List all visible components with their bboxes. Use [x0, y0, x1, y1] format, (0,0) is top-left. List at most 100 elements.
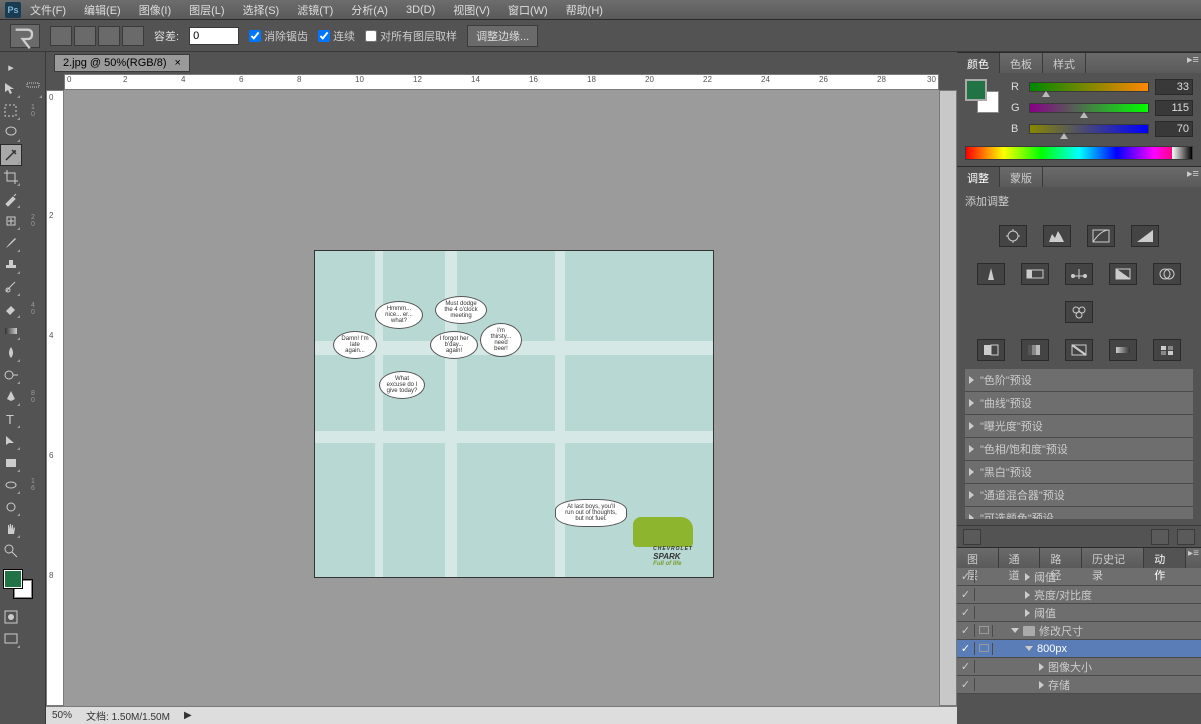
selection-add-icon[interactable]	[74, 26, 96, 46]
disclosure-triangle-icon[interactable]	[1025, 573, 1030, 581]
disclosure-triangle-icon[interactable]	[1025, 609, 1030, 617]
levels-icon[interactable]	[1043, 225, 1071, 247]
action-toggle-check[interactable]: ✓	[957, 624, 975, 637]
dodge-tool[interactable]	[0, 364, 22, 386]
panel-menu-icon[interactable]: ▸≡	[1186, 548, 1201, 568]
healing-brush-tool[interactable]	[0, 210, 22, 232]
threshold-icon[interactable]	[1065, 339, 1093, 361]
invert-icon[interactable]	[977, 339, 1005, 361]
brightness-contrast-icon[interactable]	[999, 225, 1027, 247]
panel-menu-icon[interactable]: ▸≡	[1185, 53, 1201, 73]
gradient-map-icon[interactable]	[1109, 339, 1137, 361]
tab-swatches[interactable]: 色板	[1000, 53, 1043, 73]
tab-actions[interactable]: 动作	[1144, 548, 1186, 568]
g-slider[interactable]	[1029, 103, 1149, 113]
action-row[interactable]: ✓亮度/对比度	[957, 586, 1201, 604]
action-toggle-check[interactable]: ✓	[957, 642, 975, 655]
color-swatches[interactable]	[4, 570, 32, 598]
action-toggle-check[interactable]: ✓	[957, 606, 975, 619]
disclosure-triangle-icon[interactable]	[1039, 681, 1044, 689]
color-swatch-large[interactable]	[965, 79, 999, 113]
menu-help[interactable]: 帮助(H)	[566, 2, 603, 18]
stamp-tool[interactable]	[0, 254, 22, 276]
disclosure-triangle-icon[interactable]	[1025, 646, 1033, 651]
b-slider[interactable]	[1029, 124, 1149, 134]
channel-mixer-icon[interactable]	[1065, 301, 1093, 323]
move-tool[interactable]	[0, 78, 22, 100]
3d-rotate-tool[interactable]	[0, 474, 22, 496]
posterize-icon[interactable]	[1021, 339, 1049, 361]
tab-layers[interactable]: 图层	[957, 548, 999, 568]
black-white-icon[interactable]	[1109, 263, 1137, 285]
panel-menu-icon[interactable]: ▸≡	[1185, 167, 1201, 187]
lasso-tool[interactable]	[0, 122, 22, 144]
pen-tool[interactable]	[0, 386, 22, 408]
trash-icon[interactable]	[1177, 529, 1195, 545]
disclosure-triangle-icon[interactable]	[1025, 591, 1030, 599]
crop-tool[interactable]	[0, 166, 22, 188]
preset-row[interactable]: "曲线"预设	[965, 392, 1193, 415]
selection-new-icon[interactable]	[50, 26, 72, 46]
marquee-tool[interactable]	[0, 100, 22, 122]
all-layers-checkbox[interactable]: 对所有图层取样	[365, 28, 457, 44]
action-row[interactable]: ✓阈值	[957, 568, 1201, 586]
foreground-swatch[interactable]	[4, 570, 22, 588]
gradient-tool[interactable]	[0, 320, 22, 342]
r-value[interactable]	[1155, 79, 1193, 95]
action-toggle-check[interactable]: ✓	[957, 588, 975, 601]
document-tab[interactable]: 2.jpg @ 50%(RGB/8) ×	[54, 54, 190, 72]
history-brush-tool[interactable]	[0, 276, 22, 298]
disclosure-triangle-icon[interactable]	[1011, 628, 1019, 633]
selective-color-icon[interactable]	[1153, 339, 1181, 361]
action-row[interactable]: ✓阈值	[957, 604, 1201, 622]
action-toggle-check[interactable]: ✓	[957, 570, 975, 583]
r-slider[interactable]	[1029, 82, 1149, 92]
blur-tool[interactable]	[0, 342, 22, 364]
3d-orbit-tool[interactable]	[0, 496, 22, 518]
quick-mask-tool[interactable]	[0, 606, 22, 628]
action-toggle-check[interactable]: ✓	[957, 678, 975, 691]
menu-filter[interactable]: 滤镜(T)	[297, 2, 333, 18]
tab-masks[interactable]: 蒙版	[1000, 167, 1043, 187]
menu-image[interactable]: 图像(I)	[139, 2, 171, 18]
tab-channels[interactable]: 通道	[999, 548, 1041, 568]
vibrance-icon[interactable]	[977, 263, 1005, 285]
scrollbar-vertical[interactable]	[939, 90, 957, 706]
eyedropper-tool[interactable]	[0, 188, 22, 210]
zoom-level[interactable]: 50%	[52, 710, 72, 721]
preset-row[interactable]: "色阶"预设	[965, 369, 1193, 392]
preset-row[interactable]: "黑白"预设	[965, 461, 1193, 484]
hand-tool[interactable]	[0, 518, 22, 540]
brush-tool[interactable]	[0, 232, 22, 254]
preset-row[interactable]: "曝光度"预设	[965, 415, 1193, 438]
menu-layer[interactable]: 图层(L)	[189, 2, 224, 18]
selection-subtract-icon[interactable]	[98, 26, 120, 46]
tolerance-input[interactable]	[189, 27, 239, 45]
menu-edit[interactable]: 编辑(E)	[84, 2, 121, 18]
view-previous-icon[interactable]	[1151, 529, 1169, 545]
path-select-tool[interactable]	[0, 430, 22, 452]
curves-icon[interactable]	[1087, 225, 1115, 247]
eraser-tool[interactable]	[0, 298, 22, 320]
zoom-tool[interactable]	[0, 540, 22, 562]
action-row[interactable]: ✓800px	[957, 640, 1201, 658]
action-dialog-toggle[interactable]	[975, 643, 993, 655]
antialias-checkbox[interactable]: 消除锯齿	[249, 28, 308, 44]
menu-analysis[interactable]: 分析(A)	[351, 2, 388, 18]
action-row[interactable]: ✓图像大小	[957, 658, 1201, 676]
expand-icon[interactable]: ▸	[0, 56, 22, 78]
action-row[interactable]: ✓存储	[957, 676, 1201, 694]
photo-filter-icon[interactable]	[1153, 263, 1181, 285]
refine-edge-button[interactable]: 调整边缘...	[467, 25, 538, 47]
active-tool-indicator[interactable]	[10, 24, 40, 48]
menu-3d[interactable]: 3D(D)	[406, 4, 435, 16]
menu-file[interactable]: 文件(F)	[30, 2, 66, 18]
g-value[interactable]	[1155, 100, 1193, 116]
disclosure-triangle-icon[interactable]	[1039, 663, 1044, 671]
ruler-vertical[interactable]: 0 2 4 6 8	[46, 90, 64, 706]
tab-color[interactable]: 颜色	[957, 53, 1000, 73]
screen-mode-tool[interactable]	[0, 628, 22, 650]
menu-window[interactable]: 窗口(W)	[508, 2, 548, 18]
color-balance-icon[interactable]	[1065, 263, 1093, 285]
spectrum-bar[interactable]	[965, 146, 1193, 160]
